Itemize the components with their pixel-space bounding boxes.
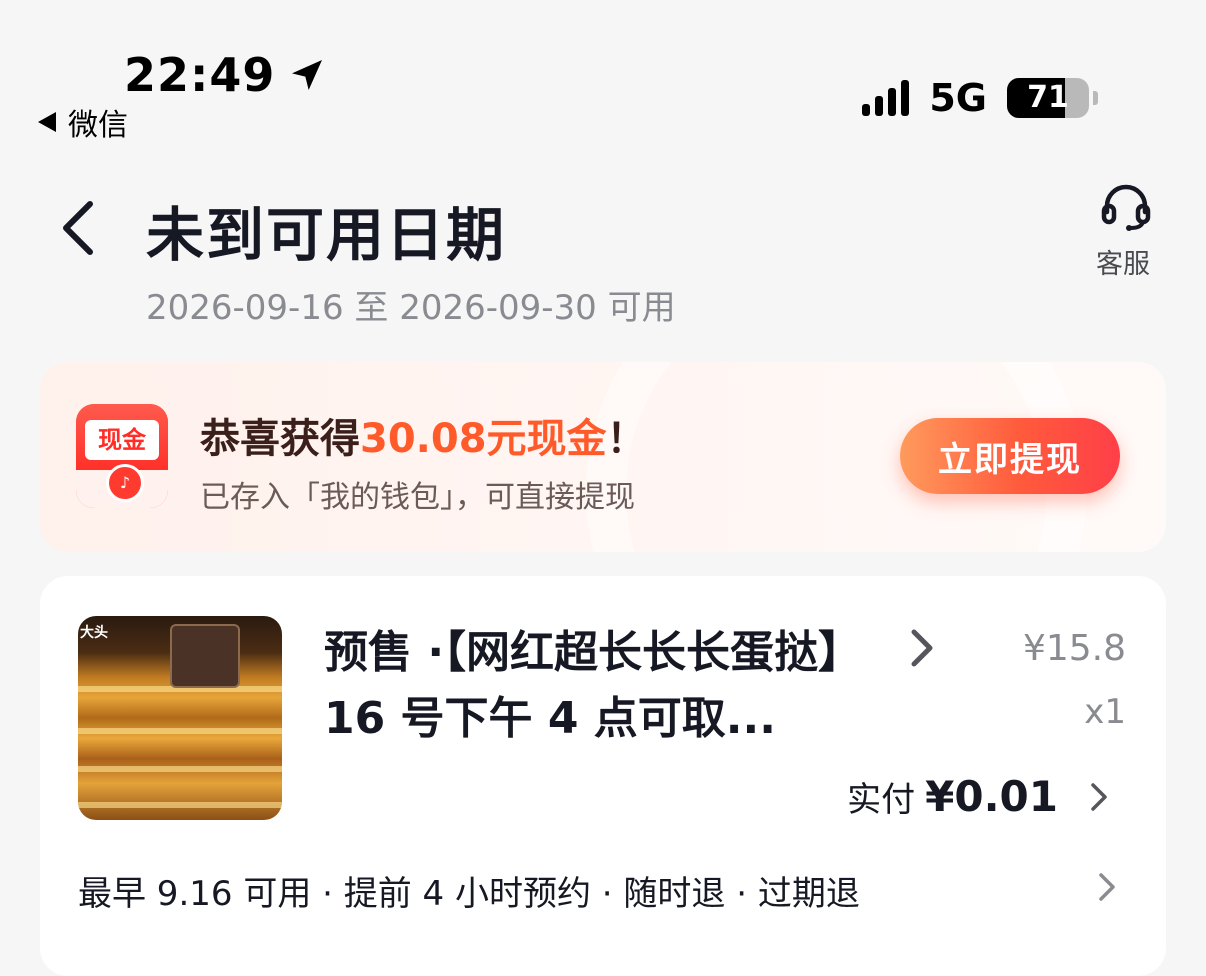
- product-image[interactable]: 大头: [78, 616, 282, 820]
- product-quantity: x1: [1084, 692, 1126, 732]
- signal-icon: [862, 80, 910, 116]
- cash-amount: 30.08元现金: [360, 416, 607, 462]
- chevron-right-icon[interactable]: [902, 628, 942, 668]
- product-price: ¥15.8: [1022, 628, 1126, 669]
- cash-reward-card: 现金 ♪ 恭喜获得30.08元现金！ 已存入「我的钱包」，可直接提现 立即提现: [40, 362, 1166, 552]
- cash-subtitle: 已存入「我的钱包」，可直接提现: [200, 480, 635, 515]
- cash-title: 恭喜获得30.08元现金！: [200, 406, 647, 464]
- cash-icon-label: 现金: [85, 420, 159, 460]
- back-to-app[interactable]: 微信: [38, 100, 128, 144]
- chevron-left-icon[interactable]: [54, 198, 114, 258]
- page-title: 未到可用日期: [146, 201, 507, 269]
- cash-title-prefix: 恭喜获得: [200, 416, 360, 462]
- location-arrow-icon: [292, 60, 323, 90]
- withdraw-button[interactable]: 立即提现: [900, 418, 1120, 494]
- customer-service-button[interactable]: 客服: [1096, 180, 1156, 281]
- paid-row[interactable]: 实付 ¥0.01: [847, 772, 1114, 821]
- status-time-text: 22:49: [124, 48, 276, 102]
- cash-title-suffix: ！: [606, 416, 647, 462]
- paid-amount: ¥0.01: [925, 772, 1058, 821]
- battery-percent: 71: [1027, 80, 1069, 115]
- order-card[interactable]: 大头 预售 ·【网红超长长长蛋挞】16 号下午 4 点可取... ¥15.8 x…: [40, 576, 1166, 976]
- cash-icon: 现金 ♪: [76, 404, 168, 508]
- chevron-right-icon[interactable]: [1092, 872, 1122, 902]
- status-time: 22:49: [124, 48, 327, 102]
- product-title[interactable]: 预售 ·【网红超长长长蛋挞】16 号下午 4 点可取...: [324, 620, 884, 752]
- back-app-label: 微信: [68, 108, 128, 143]
- brand-logo: 大头: [80, 625, 108, 641]
- status-indicators: 5G 71: [862, 76, 1098, 120]
- back-triangle-icon: [38, 112, 56, 132]
- battery-icon: 71: [1007, 78, 1089, 118]
- date-range: 2026-09-16 至 2026-09-30 可用: [146, 288, 676, 328]
- service-label: 客服: [1096, 249, 1150, 280]
- network-type: 5G: [929, 76, 987, 120]
- headset-icon: [1101, 184, 1151, 231]
- usage-rules[interactable]: 最早 9.16 可用 · 提前 4 小时预约 · 随时退 · 过期退: [78, 866, 860, 915]
- chevron-right-icon: [1091, 782, 1107, 811]
- battery-cap: [1093, 91, 1098, 105]
- douyin-coin-icon: ♪: [106, 464, 144, 502]
- paid-label: 实付: [847, 780, 916, 820]
